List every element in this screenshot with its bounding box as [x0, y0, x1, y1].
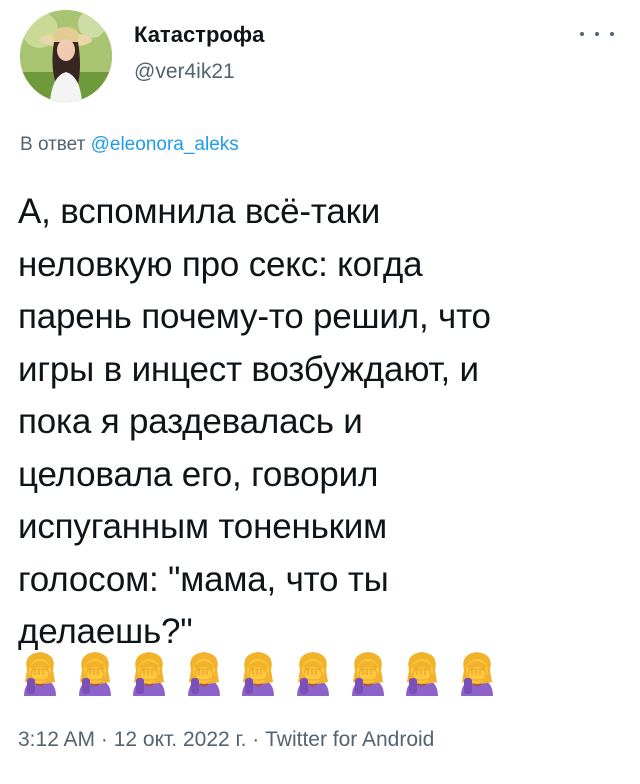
- avatar[interactable]: [20, 10, 112, 102]
- reply-context: В ответ @eleonora_aleks: [20, 134, 239, 156]
- woman-facepalming-emoji: [133, 652, 166, 696]
- author-handle[interactable]: @ver4ik21: [134, 60, 235, 84]
- tweet-header: Катастрофа @ver4ik21: [20, 10, 620, 102]
- tweet-text: А, вспомнила всё-таки неловкую про секс:…: [18, 192, 491, 651]
- woman-facepalming-emoji: [406, 652, 439, 696]
- reply-prefix: В ответ: [20, 134, 86, 155]
- reply-mention-link[interactable]: @eleonora_aleks: [91, 134, 239, 155]
- woman-facepalming-emoji: [187, 652, 220, 696]
- woman-facepalming-emoji: [460, 652, 493, 696]
- woman-facepalming-emoji: [24, 652, 56, 696]
- woman-facepalming-emoji: [242, 652, 275, 696]
- woman-facepalming-emoji: [296, 652, 329, 696]
- dot: [580, 32, 584, 36]
- dot: [610, 32, 614, 36]
- tweet-meta[interactable]: 3:12 AM · 12 окт. 2022 г. · Twitter for …: [18, 728, 434, 752]
- woman-facepalming-emoji: [78, 652, 111, 696]
- emoji-row: [18, 648, 499, 696]
- dot: [595, 32, 599, 36]
- author-name[interactable]: Катастрофа: [134, 22, 264, 48]
- more-options-icon[interactable]: [580, 24, 614, 44]
- woman-facepalming-emoji: [351, 652, 384, 696]
- profile-photo: [20, 10, 112, 102]
